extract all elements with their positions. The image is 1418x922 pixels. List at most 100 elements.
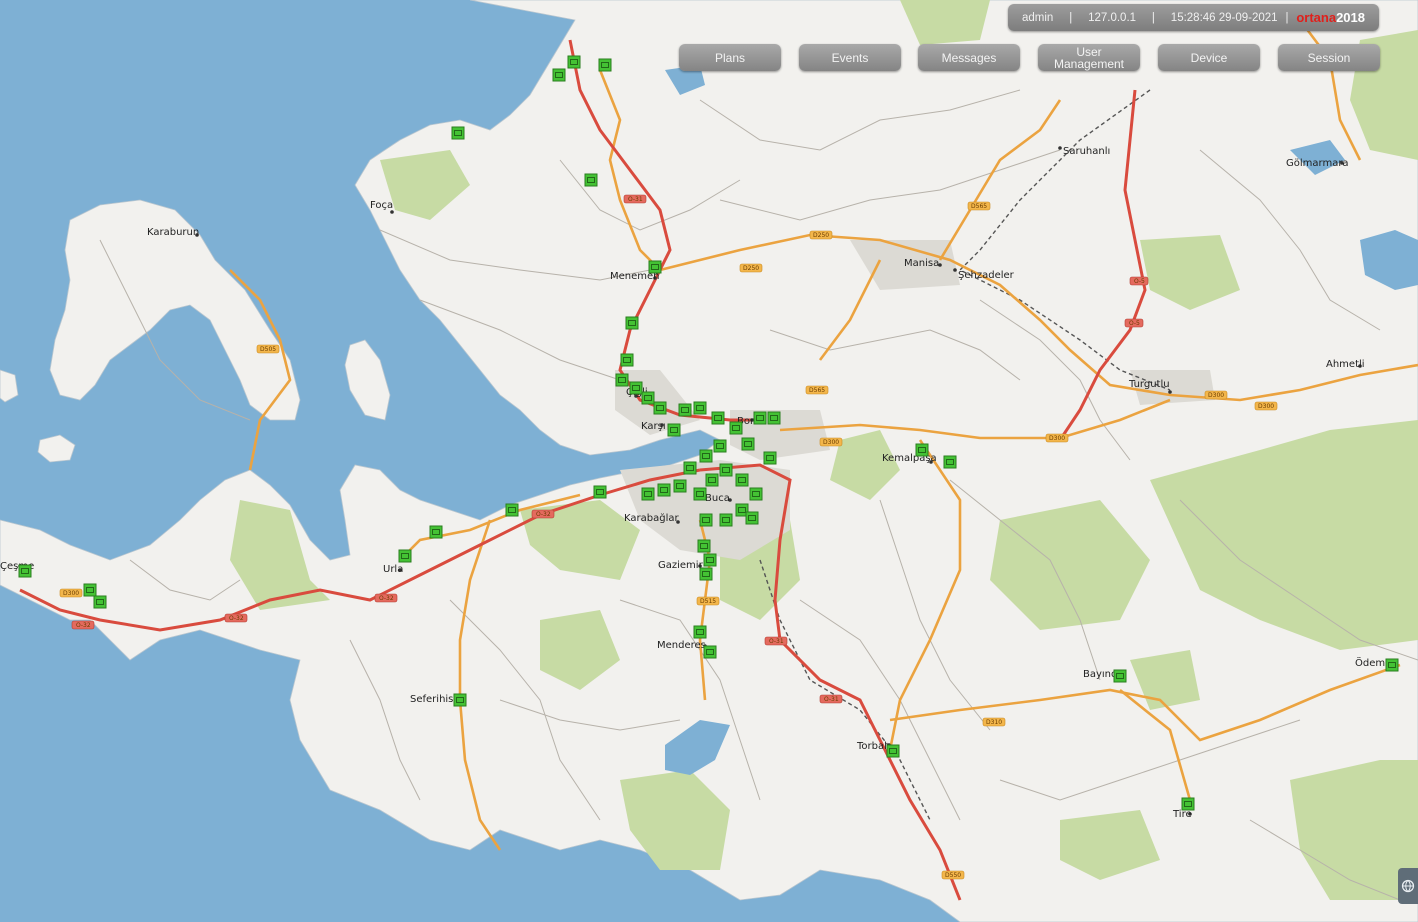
camera-device-icon[interactable]	[629, 381, 643, 395]
road-shield: O-32	[71, 620, 95, 630]
separator: |	[1069, 11, 1073, 24]
place-ahmetli[interactable]: Ahmetli	[1326, 359, 1365, 370]
camera-device-icon[interactable]	[729, 421, 743, 435]
device-button[interactable]: Device	[1158, 44, 1260, 71]
camera-device-icon[interactable]	[678, 403, 692, 417]
session-button[interactable]: Session	[1278, 44, 1380, 71]
camera-device-icon[interactable]	[453, 693, 467, 707]
camera-device-icon[interactable]	[615, 373, 629, 387]
camera-device-icon[interactable]	[693, 401, 707, 415]
svg-text:D310: D310	[986, 719, 1002, 726]
camera-device-icon[interactable]	[915, 443, 929, 457]
camera-device-icon[interactable]	[749, 487, 763, 501]
messages-button[interactable]: Messages	[918, 44, 1020, 71]
place-urla[interactable]: Urla	[383, 564, 403, 575]
camera-device-icon[interactable]	[1181, 797, 1195, 811]
place-menderes[interactable]: Menderes	[657, 640, 707, 651]
camera-device-icon[interactable]	[552, 68, 566, 82]
events-button[interactable]: Events	[799, 44, 901, 71]
svg-text:D300: D300	[1049, 435, 1065, 442]
road-shield: D250	[739, 263, 763, 273]
camera-device-icon[interactable]	[705, 473, 719, 487]
place-karabaglar[interactable]: Karabağlar	[624, 512, 680, 524]
camera-device-icon[interactable]	[505, 503, 519, 517]
camera-device-icon[interactable]	[699, 449, 713, 463]
camera-device-icon[interactable]	[767, 411, 781, 425]
camera-device-icon[interactable]	[753, 411, 767, 425]
camera-device-icon[interactable]	[693, 625, 707, 639]
camera-device-icon[interactable]	[93, 595, 107, 609]
camera-device-icon[interactable]	[735, 473, 749, 487]
place-golmarmara[interactable]: Gölmarmara	[1286, 158, 1349, 169]
camera-device-icon[interactable]	[625, 316, 639, 330]
svg-text:D300: D300	[1208, 392, 1224, 399]
road-shield: D300	[1254, 401, 1278, 411]
camera-device-icon[interactable]	[886, 744, 900, 758]
camera-device-icon[interactable]	[741, 437, 755, 451]
camera-device-icon[interactable]	[711, 411, 725, 425]
camera-device-icon[interactable]	[763, 451, 777, 465]
camera-device-icon[interactable]	[641, 487, 655, 501]
road-shield: D300	[1204, 390, 1228, 400]
svg-text:D250: D250	[813, 232, 829, 239]
map-canvas[interactable]: O-32 O-32 O-32 O-32 O-31 O-31 O-31 O-5 O…	[0, 0, 1418, 922]
camera-device-icon[interactable]	[943, 455, 957, 469]
camera-device-icon[interactable]	[648, 260, 662, 274]
camera-device-icon[interactable]	[429, 525, 443, 539]
separator: |	[1151, 11, 1155, 24]
place-karsiyaka[interactable]: Karşı	[641, 421, 666, 432]
camera-device-icon[interactable]	[697, 539, 711, 553]
camera-device-icon[interactable]	[719, 463, 733, 477]
road-shield: D300	[819, 437, 843, 447]
camera-device-icon[interactable]	[593, 485, 607, 499]
brand-year: 2018	[1336, 10, 1365, 25]
road-shield: D505	[256, 344, 280, 354]
camera-device-icon[interactable]	[584, 173, 598, 187]
camera-device-icon[interactable]	[719, 513, 733, 527]
camera-device-icon[interactable]	[653, 401, 667, 415]
place-gaziemir[interactable]: Gaziemir	[658, 560, 704, 571]
svg-text:D515: D515	[700, 598, 716, 605]
place-sehzadeler[interactable]: Şehzadeler	[953, 268, 1015, 281]
svg-text:D300: D300	[63, 590, 79, 597]
camera-device-icon[interactable]	[620, 353, 634, 367]
brand-name: ortana	[1296, 10, 1337, 25]
camera-device-icon[interactable]	[713, 439, 727, 453]
road-shield: O-31	[764, 636, 788, 646]
camera-device-icon[interactable]	[567, 55, 581, 69]
plans-button[interactable]: Plans	[679, 44, 781, 71]
camera-device-icon[interactable]	[1113, 669, 1127, 683]
road-shield: D515	[696, 596, 720, 606]
place-buca[interactable]: Buca	[705, 493, 732, 504]
svg-text:O-31: O-31	[628, 196, 643, 203]
camera-device-icon[interactable]	[683, 461, 697, 475]
camera-device-icon[interactable]	[598, 58, 612, 72]
camera-device-icon[interactable]	[699, 513, 713, 527]
camera-device-icon[interactable]	[699, 567, 713, 581]
place-tire[interactable]: Tire	[1172, 809, 1192, 820]
camera-device-icon[interactable]	[693, 487, 707, 501]
camera-device-icon[interactable]	[745, 511, 759, 525]
ip-address: 127.0.0.1	[1088, 11, 1137, 24]
map-layer-toggle[interactable]	[1398, 868, 1418, 904]
place-torbali[interactable]: Torbalı	[856, 741, 891, 752]
place-manisa[interactable]: Manisa	[904, 258, 942, 269]
place-karaburun[interactable]: Karaburun	[147, 227, 199, 238]
svg-text:Urla: Urla	[383, 564, 403, 575]
camera-device-icon[interactable]	[1385, 658, 1399, 672]
camera-device-icon[interactable]	[451, 126, 465, 140]
camera-device-icon[interactable]	[641, 391, 655, 405]
camera-device-icon[interactable]	[673, 479, 687, 493]
camera-device-icon[interactable]	[657, 483, 671, 497]
camera-device-icon[interactable]	[703, 645, 717, 659]
svg-text:Saruhanlı: Saruhanlı	[1063, 146, 1110, 157]
user-management-button[interactable]: User Management	[1038, 44, 1140, 71]
camera-device-icon[interactable]	[667, 423, 681, 437]
camera-device-icon[interactable]	[18, 564, 32, 578]
place-saruhanli[interactable]: Saruhanlı	[1058, 146, 1110, 157]
camera-device-icon[interactable]	[83, 583, 97, 597]
camera-device-icon[interactable]	[703, 553, 717, 567]
camera-device-icon[interactable]	[398, 549, 412, 563]
status-bar: admin | 127.0.0.1 | 15:28:46 29-09-2021 …	[1008, 4, 1379, 31]
road-shield: D250	[809, 230, 833, 240]
